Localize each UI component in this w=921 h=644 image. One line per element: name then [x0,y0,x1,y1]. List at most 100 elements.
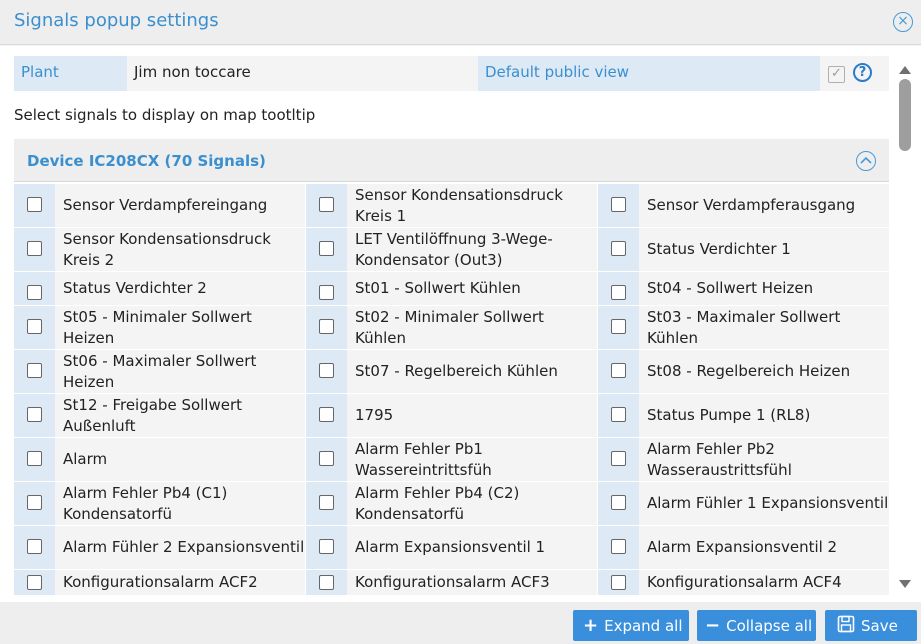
signal-item: St03 - Maximaler Sollwert Kühlen [598,306,889,349]
signal-label: Sensor Verdampferausgang [639,184,889,227]
signal-checkbox-cell [14,526,55,569]
signal-label-text: Status Verdichter 2 [63,279,207,297]
signal-label-text: St02 - Minimaler Sollwert Kühlen [355,307,544,347]
signal-item: Sensor Kondensationsdruck Kreis 2 [14,228,305,271]
signal-checkbox[interactable] [611,363,626,378]
signal-checkbox[interactable] [27,451,42,466]
device-section-header[interactable]: Device IC208CX (70 Signals) [14,139,889,182]
scrollbar-thumb[interactable] [899,79,911,151]
signal-checkbox-cell [14,394,55,437]
signal-checkbox[interactable] [319,285,334,300]
signal-checkbox-cell [598,438,639,481]
signal-item: Alarm Expansionsventil 1 [306,526,597,569]
signal-label: Alarm Expansionsventil 1 [347,526,597,569]
signal-label: 1795 [347,394,597,437]
signals-grid: Sensor Verdampfereingang Sensor Kondensat… [14,184,889,595]
signal-label-text: Alarm Fühler 2 Expansionsventil [63,538,305,556]
signal-checkbox-cell [598,482,639,525]
signal-label-text: 1795 [355,406,394,424]
default-public-view-cell: ✓ ? [820,56,889,91]
signal-checkbox[interactable] [319,495,334,510]
signal-checkbox[interactable] [319,319,334,334]
signal-checkbox-cell [306,482,347,525]
plant-row: Plant Jim non toccare Default public vie… [14,56,889,91]
signal-item: St12 - Freigabe Sollwert Außenluft [14,394,305,437]
signal-checkbox[interactable] [27,241,42,256]
signal-label: Sensor Kondensationsdruck Kreis 1 [347,184,597,227]
signal-label-text: Alarm [63,450,108,468]
plant-label: Plant [14,56,127,91]
signal-label-text: LET Ventilöffnung 3-Wege-Kondensator (Ou… [355,229,553,269]
close-icon[interactable]: × [893,12,913,32]
signal-checkbox[interactable] [319,241,334,256]
instruction-text: Select signals to display on map tootlti… [14,106,316,124]
signal-checkbox[interactable] [27,285,42,300]
signal-checkbox[interactable] [27,495,42,510]
signal-checkbox[interactable] [319,451,334,466]
signal-item: Alarm Fehler Pb4 (C1) Kondensatorfü [14,482,305,525]
signal-checkbox[interactable] [27,363,42,378]
signal-checkbox-cell [306,526,347,569]
signal-checkbox[interactable] [319,197,334,212]
signal-item: St04 - Sollwert Heizen [598,272,889,305]
signal-checkbox[interactable] [611,407,626,422]
signal-checkbox[interactable] [611,241,626,256]
signal-label-text: Sensor Verdampfereingang [63,196,268,214]
signal-checkbox[interactable] [611,575,626,590]
default-public-view-checkbox[interactable]: ✓ [828,66,845,83]
signal-checkbox[interactable] [27,197,42,212]
scroll-down-arrow-icon[interactable] [899,580,911,588]
signal-label: Alarm Fehler Pb4 (C2) Kondensatorfü [347,482,597,525]
scrollbar[interactable] [894,46,916,602]
signal-label: Alarm Fehler Pb4 (C1) Kondensatorfü [55,482,305,525]
signal-checkbox[interactable] [611,197,626,212]
chevron-up-icon[interactable] [856,151,876,171]
signal-checkbox-cell [14,350,55,393]
signal-item: Sensor Verdampferausgang [598,184,889,227]
signal-label: St01 - Sollwert Kühlen [347,272,597,305]
signal-label-text: St01 - Sollwert Kühlen [355,279,521,297]
signal-checkbox[interactable] [611,285,626,300]
signal-checkbox[interactable] [27,575,42,590]
scroll-up-arrow-icon[interactable] [899,66,911,74]
signal-checkbox[interactable] [319,363,334,378]
expand-all-button[interactable]: + Expand all [573,610,689,641]
signal-item: St01 - Sollwert Kühlen [306,272,597,305]
help-icon[interactable]: ? [853,63,872,82]
signal-label-text: St04 - Sollwert Heizen [647,279,814,297]
signal-checkbox[interactable] [611,319,626,334]
signal-checkbox[interactable] [27,319,42,334]
signal-checkbox-cell [306,272,347,305]
signal-label: St05 - Minimaler Sollwert Heizen [55,306,305,349]
signal-label: St03 - Maximaler Sollwert Kühlen [639,306,889,349]
signal-item: Konfigurationsalarm ACF2 [14,570,305,595]
signal-label-text: Alarm Fehler Pb1 Wassereintrittsfüh [355,439,492,479]
signal-label-text: Alarm Fehler Pb2 Wasseraustrittsfühl [647,439,792,479]
save-button[interactable]: Save [825,610,917,641]
signal-label-text: Status Pumpe 1 (RL8) [647,406,811,424]
signal-label: Alarm [55,438,305,481]
signal-item: Sensor Kondensationsdruck Kreis 1 [306,184,597,227]
signal-checkbox[interactable] [611,539,626,554]
signal-label: Konfigurationsalarm ACF2 [55,570,305,595]
signal-label-text: Konfigurationsalarm ACF4 [647,573,842,591]
signal-label: St06 - Maximaler Sollwert Heizen [55,350,305,393]
signal-label: Alarm Fühler 1 Expansionsventil [639,482,889,525]
signal-checkbox-cell [306,306,347,349]
signal-label: Alarm Fühler 2 Expansionsventil [55,526,305,569]
device-title: Device IC208CX (70 Signals) [27,152,266,170]
signal-checkbox[interactable] [319,575,334,590]
signal-checkbox[interactable] [27,407,42,422]
signal-label-text: Alarm Fehler Pb4 (C1) Kondensatorfü [63,483,228,523]
signal-checkbox[interactable] [611,495,626,510]
minus-icon: − [705,614,721,636]
save-icon [837,615,855,637]
signal-checkbox[interactable] [27,539,42,554]
signal-label: Status Pumpe 1 (RL8) [639,394,889,437]
signal-label: Sensor Kondensationsdruck Kreis 2 [55,228,305,271]
signal-checkbox[interactable] [319,539,334,554]
signal-checkbox[interactable] [319,407,334,422]
signal-item: Alarm [14,438,305,481]
signal-checkbox[interactable] [611,451,626,466]
collapse-all-button[interactable]: − Collapse all [697,610,816,641]
